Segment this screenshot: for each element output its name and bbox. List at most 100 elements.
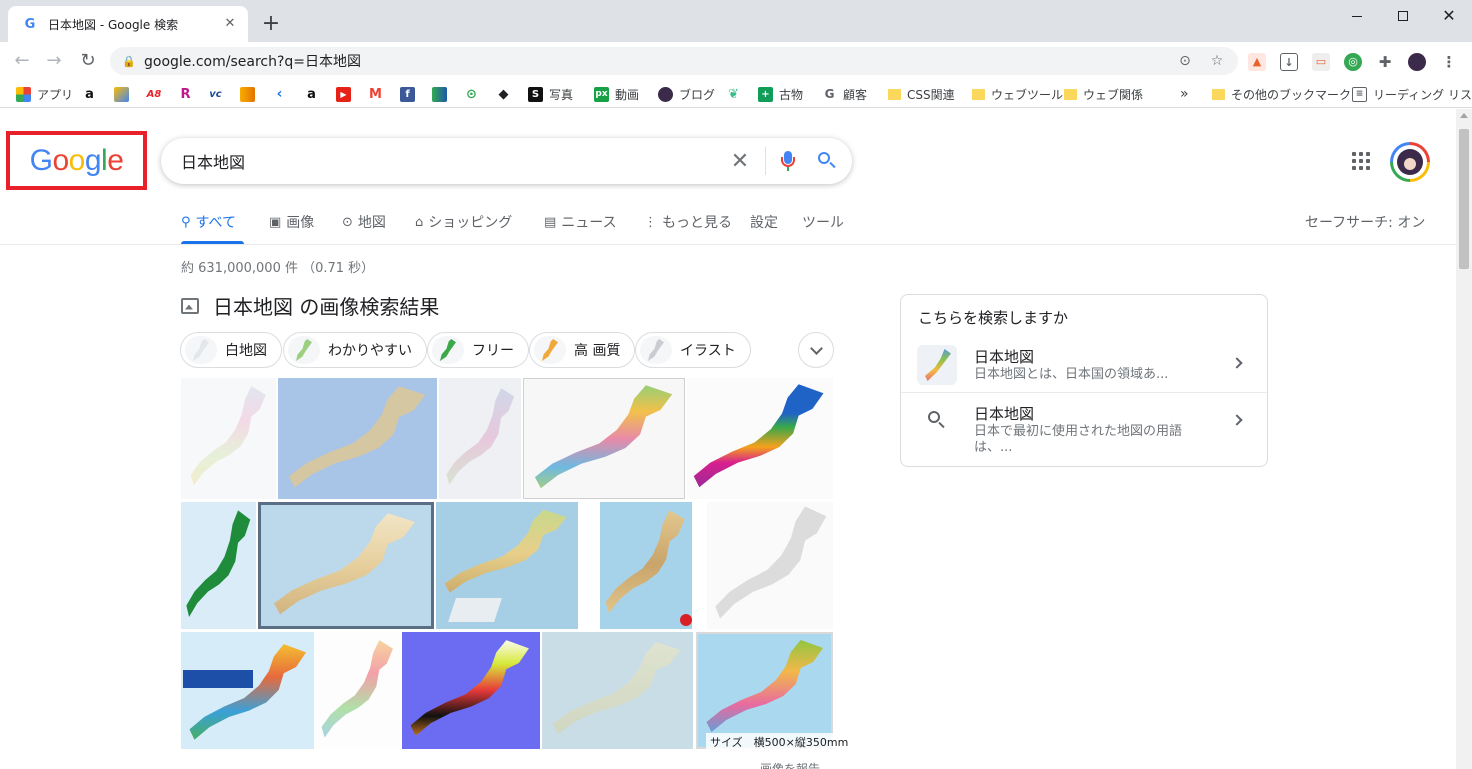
bookmark-video[interactable]: px 動画: [594, 84, 639, 104]
vertical-scrollbar[interactable]: [1456, 109, 1472, 769]
maximize-button[interactable]: [1380, 0, 1426, 32]
rakuten-icon: R: [178, 86, 193, 102]
bookmark-folder-webtools[interactable]: ウェブツール: [972, 84, 1063, 104]
tab-more[interactable]: ⋮ もっと見る: [644, 212, 732, 232]
more-chips-button[interactable]: [798, 332, 834, 368]
search-box[interactable]: 日本地図 ✕: [161, 138, 852, 184]
new-tab-button[interactable]: +: [258, 12, 284, 38]
account-avatar[interactable]: [1390, 142, 1430, 182]
bookmark-maps[interactable]: ⊙: [464, 84, 479, 104]
image-result[interactable]: [439, 378, 521, 499]
location-icon[interactable]: ⊙: [1174, 53, 1196, 69]
google-ads-icon: [114, 86, 129, 102]
suggestion-item[interactable]: 日本地図 日本地図とは、日本国の領域あ...: [901, 337, 1267, 393]
extension-green-icon[interactable]: ◎: [1344, 53, 1362, 71]
image-result[interactable]: [696, 632, 833, 749]
tab-all[interactable]: ⚲ すべて: [181, 212, 236, 232]
scrollbar-thumb[interactable]: [1459, 129, 1469, 269]
bookmark-a8[interactable]: A8: [144, 84, 164, 104]
profile-avatar[interactable]: [1408, 53, 1426, 71]
reading-list-icon: ≡: [1352, 86, 1367, 102]
image-result[interactable]: [600, 502, 692, 629]
back-button[interactable]: ←: [10, 49, 34, 73]
image-result[interactable]: [181, 378, 276, 499]
search-icon[interactable]: [816, 150, 838, 172]
image-result[interactable]: [181, 502, 256, 629]
bookmark-star-icon[interactable]: ☆: [1206, 53, 1228, 69]
microphone-icon[interactable]: [776, 149, 800, 173]
bookmark-gmail[interactable]: M: [368, 84, 383, 104]
bookmark-chart[interactable]: [432, 84, 447, 104]
filter-chip[interactable]: イラスト: [635, 332, 751, 368]
image-result[interactable]: [436, 502, 578, 629]
tab-images[interactable]: ▣ 画像: [269, 212, 314, 232]
bookmark-arrow[interactable]: ‹: [272, 84, 287, 104]
tab-close-icon[interactable]: ✕: [222, 16, 238, 32]
bookmark-facebook[interactable]: f: [400, 84, 415, 104]
bookmark-ads[interactable]: [114, 84, 129, 104]
tab-maps[interactable]: ⊙ 地図: [342, 212, 386, 232]
safesearch-toggle[interactable]: セーフサーチ: オン: [1305, 212, 1425, 232]
image-result[interactable]: [402, 632, 540, 749]
extensions-puzzle-icon[interactable]: ✚: [1376, 53, 1394, 71]
google-apps-icon[interactable]: [1352, 152, 1370, 170]
bookmark-other[interactable]: その他のブックマーク: [1212, 84, 1351, 104]
filter-chip[interactable]: 白地図: [180, 332, 282, 368]
image-result[interactable]: [258, 502, 434, 629]
reload-button[interactable]: ↻: [76, 49, 100, 73]
images-heading[interactable]: 日本地図 の画像検索結果: [213, 291, 439, 320]
image-result[interactable]: [523, 378, 685, 499]
url-text[interactable]: google.com/search?q=日本地図: [144, 51, 1164, 71]
search-input[interactable]: 日本地図: [181, 149, 725, 173]
bookmark-youtube[interactable]: ▶: [336, 84, 351, 104]
bookmark-amazon[interactable]: a: [82, 84, 97, 104]
extension-icon[interactable]: ▲: [1248, 53, 1266, 71]
images-section-header[interactable]: 日本地図 の画像検索結果: [181, 291, 439, 320]
cast-icon[interactable]: ▭: [1312, 53, 1330, 71]
report-images-link[interactable]: 画像を報告: [760, 760, 820, 769]
bookmark-blog[interactable]: ブログ: [658, 84, 715, 104]
image-result[interactable]: [316, 632, 400, 749]
bookmark-kobutsu[interactable]: + 古物: [758, 84, 803, 104]
bookmark-apps[interactable]: アプリ: [16, 84, 73, 104]
suggestion-item[interactable]: 日本地図 日本で最初に使用された地図の用語は、...: [901, 394, 1267, 455]
tab-settings[interactable]: 設定: [750, 212, 778, 232]
bookmark-customer[interactable]: G 顧客: [822, 84, 867, 104]
tab-shopping[interactable]: ⌂ ショッピング: [415, 212, 512, 232]
bookmark-leaf[interactable]: ❦: [726, 84, 741, 104]
bookmarks-overflow-button[interactable]: »: [1180, 84, 1189, 104]
bookmark-rakuten[interactable]: R: [178, 84, 193, 104]
tab-news[interactable]: ▤ ニュース: [544, 212, 617, 232]
lock-icon: 🔒: [122, 54, 136, 68]
clear-search-icon[interactable]: ✕: [725, 149, 755, 174]
result-stats: 約 631,000,000 件 （0.71 秒）: [181, 261, 375, 276]
image-result[interactable]: [687, 378, 833, 499]
filter-chip[interactable]: わかりやすい: [283, 332, 427, 368]
forward-button[interactable]: →: [42, 49, 66, 73]
image-result[interactable]: [181, 632, 314, 749]
browser-tab[interactable]: G 日本地図 - Google 検索 ✕: [8, 6, 248, 42]
google-logo[interactable]: Google: [30, 144, 124, 178]
scroll-up-arrow[interactable]: [1460, 113, 1468, 118]
bookmark-folder-web[interactable]: ウェブ関係: [1064, 84, 1143, 104]
tab-tools[interactable]: ツール: [802, 212, 844, 232]
bookmark-photo[interactable]: S 写真: [528, 84, 573, 104]
chrome-menu-icon[interactable]: ⋮: [1440, 53, 1458, 71]
address-bar[interactable]: 🔒 google.com/search?q=日本地図 ⊙ ☆: [110, 47, 1238, 75]
image-result[interactable]: [707, 502, 833, 629]
bookmark-analytics[interactable]: [240, 84, 255, 104]
minimize-button[interactable]: [1334, 0, 1380, 32]
reading-list-button[interactable]: ≡ リーディング リスト: [1352, 84, 1472, 104]
bookmark-vc[interactable]: vc: [208, 84, 223, 104]
bookmark-diamond[interactable]: ◆: [496, 84, 511, 104]
image-result[interactable]: [542, 632, 693, 749]
window-close-button[interactable]: ✕: [1426, 0, 1472, 32]
filter-chip[interactable]: 高 画質: [529, 332, 636, 368]
bookmark-amazon-2[interactable]: a: [304, 84, 319, 104]
bookmark-folder-css[interactable]: CSS関連: [888, 84, 955, 104]
image-result[interactable]: [278, 378, 437, 499]
download-icon[interactable]: ↓: [1280, 53, 1298, 71]
diamond-icon: ◆: [496, 86, 511, 102]
google-logo-highlight[interactable]: Google: [6, 131, 147, 190]
filter-chip[interactable]: フリー: [427, 332, 529, 368]
